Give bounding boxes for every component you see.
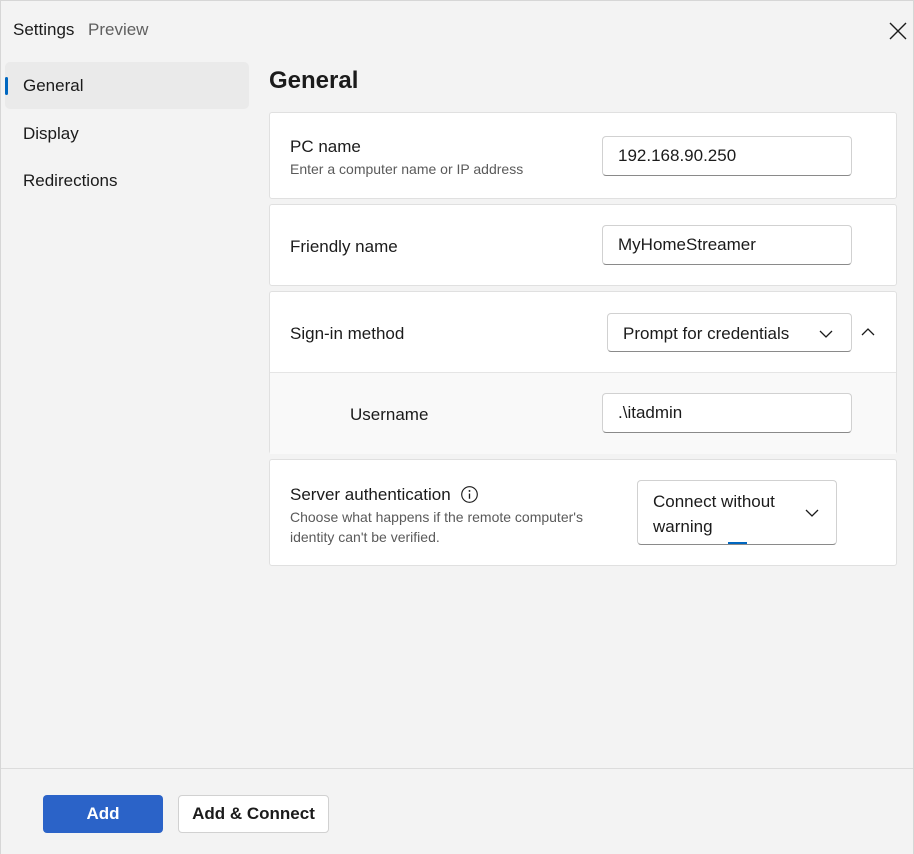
username-row: Username (270, 372, 896, 454)
sign-in-method-select[interactable]: Prompt for credentials (607, 313, 852, 352)
page-title: General (269, 67, 359, 94)
server-auth-value-line1: Connect without (653, 492, 775, 511)
friendly-name-input[interactable] (602, 225, 852, 265)
add-button[interactable]: Add (43, 795, 163, 833)
nav-active-indicator (5, 77, 8, 95)
chevron-up-icon (861, 328, 875, 336)
server-auth-value-line2: warning (653, 517, 713, 536)
friendly-name-label: Friendly name (290, 237, 398, 256)
chevron-down-icon (819, 330, 833, 338)
collapse-button[interactable] (856, 320, 880, 344)
pc-name-description: Enter a computer name or IP address (290, 161, 524, 177)
server-auth-select[interactable]: Connect without warning (637, 480, 837, 545)
friendly-name-card: Friendly name (269, 204, 897, 286)
server-auth-card: Server authentication Choose what happen… (269, 459, 897, 566)
nav-item-display[interactable]: Display (5, 110, 249, 157)
nav-item-general[interactable]: General (5, 62, 249, 109)
nav-item-label: Redirections (23, 171, 118, 190)
nav-item-label: Display (23, 124, 79, 143)
close-button[interactable] (881, 14, 914, 48)
nav-item-redirections[interactable]: Redirections (5, 157, 249, 204)
window-title: Settings (13, 20, 75, 39)
server-auth-description-line1: Choose what happens if the remote comput… (290, 509, 583, 525)
add-and-connect-button[interactable]: Add & Connect (178, 795, 329, 833)
server-auth-label: Server authentication (290, 485, 451, 504)
pc-name-label: PC name (290, 137, 361, 156)
server-auth-description-line2: identity can't be verified. (290, 529, 440, 545)
window-subtitle: Preview (88, 20, 149, 39)
sign-in-method-card: Sign-in method Prompt for credentials Us… (269, 291, 897, 454)
sign-in-method-label: Sign-in method (290, 324, 405, 343)
close-icon (889, 22, 907, 40)
pc-name-input[interactable] (602, 136, 852, 176)
username-input[interactable] (602, 393, 852, 433)
nav-item-label: General (23, 76, 84, 95)
settings-window: Settings Preview General Display Redirec… (0, 0, 914, 854)
username-label: Username (350, 405, 429, 424)
select-caret-indicator (728, 542, 747, 544)
chevron-down-icon (805, 509, 819, 517)
pc-name-card: PC name Enter a computer name or IP addr… (269, 112, 897, 199)
info-icon[interactable] (460, 485, 479, 504)
sign-in-method-value: Prompt for credentials (623, 324, 790, 343)
